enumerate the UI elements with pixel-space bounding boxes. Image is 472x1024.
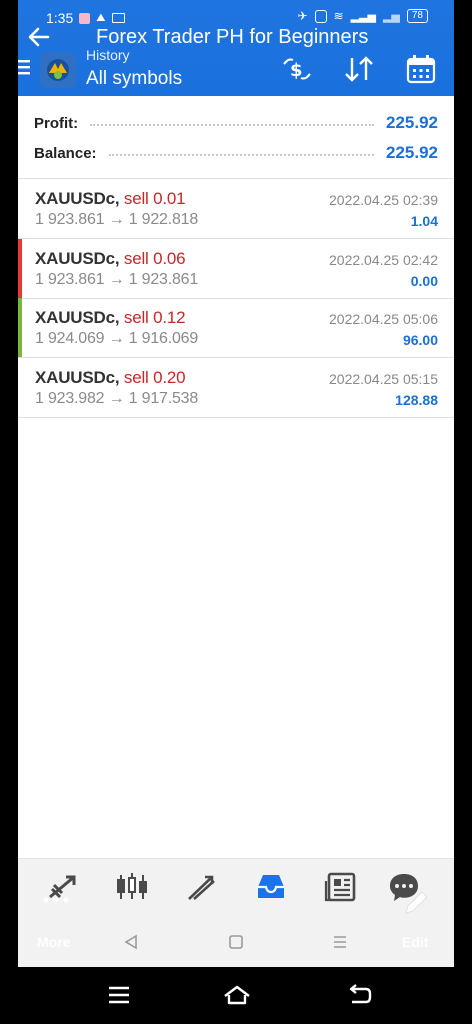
signal-icon: ▂▃▅ <box>350 10 376 23</box>
home-icon[interactable] <box>222 983 252 1007</box>
arrow-icon: → <box>108 330 125 347</box>
trade-status-bar <box>18 179 22 238</box>
trade-open-price: 1 923.982 <box>35 389 105 407</box>
account-summary: Profit: 225.92 Balance: 225.92 <box>18 96 454 179</box>
trade-title: XAUUSDc, sell 0.20 <box>35 367 186 388</box>
system-navigation-bar <box>0 967 472 1024</box>
app-window: 1:35 ⛰ ✈ ≋ ▂▃▅ ▂▅ 78 Forex Trader PH for… <box>18 0 454 967</box>
trade-open-price: 1 923.861 <box>35 270 105 288</box>
news-icon[interactable] <box>323 869 359 905</box>
arrow-icon: → <box>108 270 125 288</box>
pencil-icon[interactable] <box>402 889 430 917</box>
trade-prices: 1 923.861 → 1 922.818 <box>35 211 198 229</box>
trade-profit: 128.88 <box>395 391 438 408</box>
back-icon[interactable] <box>346 983 372 1007</box>
trade-side: sell 0.06 <box>123 248 186 268</box>
trade-row[interactable]: XAUUSDc, sell 0.06 1 923.861 → 1 923.861 2… <box>18 238 454 299</box>
trade-symbol: XAUUSDc, <box>35 367 120 387</box>
profit-row: Profit: 225.92 <box>34 112 438 134</box>
back-arrow-icon[interactable] <box>26 24 52 50</box>
trade-close-price: 1 922.818 <box>128 211 199 228</box>
trade-title: XAUUSDc, sell 0.06 <box>35 248 186 269</box>
balance-row: Balance: 225.92 <box>34 142 438 164</box>
balance-label: Balance: <box>34 144 97 162</box>
balance-dots <box>108 154 374 156</box>
trade-symbol: XAUUSDc, <box>35 308 120 327</box>
profit-label: Profit: <box>34 114 79 132</box>
bottom-navigation: More Edit <box>18 858 454 967</box>
status-indicators: ✈ ≋ ▂▃▅ ▂▅ 78 <box>297 9 428 23</box>
symbol-filter[interactable]: All symbols <box>86 68 182 90</box>
trade-symbol: XAUUSDc, <box>35 189 120 208</box>
trade-prices: 1 924.069 → 1 916.069 <box>35 330 198 348</box>
trade-status-bar <box>18 238 22 298</box>
trade-close-price: 1 916.069 <box>128 330 199 347</box>
mail-icon <box>111 13 125 23</box>
trade-symbol: XAUUSDc, <box>35 248 120 268</box>
sort-icon[interactable] <box>342 52 376 86</box>
trade-time: 2022.04.25 05:15 <box>329 370 438 387</box>
svg-text:$: $ <box>290 60 303 81</box>
more-button[interactable]: More <box>37 934 70 950</box>
trade-icon[interactable] <box>184 869 220 905</box>
arrow-icon: → <box>108 389 125 407</box>
app-title: Forex Trader PH for Beginners <box>96 26 369 48</box>
trade-time: 2022.04.25 02:42 <box>329 251 438 268</box>
trade-status-bar <box>18 358 22 417</box>
trade-side: sell 0.20 <box>123 367 186 387</box>
trade-side: sell 0.12 <box>123 308 186 327</box>
trade-time: 2022.04.25 05:06 <box>329 311 438 327</box>
alert-icon: ⛰ <box>96 11 106 24</box>
calendar-icon[interactable] <box>404 52 438 86</box>
inner-recents-icon[interactable] <box>331 933 349 951</box>
trade-prices: 1 923.982 → 1 917.538 <box>35 390 198 408</box>
app-bar: 1:35 ⛰ ✈ ≋ ▂▃▅ ▂▅ 78 Forex Trader PH for… <box>18 0 454 96</box>
inner-back-icon[interactable] <box>122 933 140 951</box>
trade-open-price: 1 924.069 <box>35 330 105 347</box>
trade-profit: 96.00 <box>402 332 438 348</box>
arrow-icon: → <box>108 211 125 228</box>
profit-value: 225.92 <box>386 113 438 132</box>
trade-open-price: 1 923.861 <box>35 211 105 228</box>
menu-icon[interactable] <box>18 58 32 76</box>
trade-status-bar <box>18 298 22 357</box>
section-label: History <box>86 47 130 63</box>
trade-title: XAUUSDc, sell 0.01 <box>35 189 186 209</box>
trade-title: XAUUSDc, sell 0.12 <box>35 308 186 328</box>
trade-prices: 1 923.861 → 1 923.861 <box>35 271 198 289</box>
vibrate-icon: ✈ <box>297 9 308 23</box>
metatrader-logo-icon[interactable] <box>40 52 76 88</box>
trade-row[interactable]: XAUUSDc, sell 0.20 1 923.982 → 1 917.538 2… <box>18 358 454 418</box>
trade-row[interactable]: XAUUSDc, sell 0.12 1 924.069 → 1 916.069 2… <box>18 298 454 358</box>
signal-icon-2: ▂▅ <box>382 10 400 23</box>
trade-close-price: 1 923.861 <box>128 270 199 288</box>
trade-profit: 0.00 <box>410 272 438 289</box>
profit-dots <box>90 124 374 126</box>
wifi-icon: ≋ <box>333 9 344 23</box>
history-tray-icon[interactable] <box>253 869 289 905</box>
dots-indicator-icon <box>43 897 69 903</box>
inner-home-icon[interactable] <box>227 933 245 951</box>
trade-time: 2022.04.25 02:39 <box>329 192 438 208</box>
data-saver-icon <box>314 9 327 23</box>
trade-profit: 1.04 <box>410 213 438 229</box>
trade-row[interactable]: XAUUSDc, sell 0.01 1 923.861 → 1 922.818 2… <box>18 179 454 239</box>
trade-close-price: 1 917.538 <box>128 389 199 407</box>
chart-candles-icon[interactable] <box>114 869 150 905</box>
recents-icon[interactable] <box>106 983 132 1007</box>
notification-icon <box>79 12 91 24</box>
currency-exchange-icon[interactable]: $ <box>280 52 314 86</box>
status-bar: 1:35 ⛰ <box>46 10 125 26</box>
balance-value: 225.92 <box>386 143 438 162</box>
edit-button[interactable]: Edit <box>402 934 428 950</box>
trade-side: sell 0.01 <box>123 189 186 208</box>
battery-icon: 78 <box>406 9 428 23</box>
